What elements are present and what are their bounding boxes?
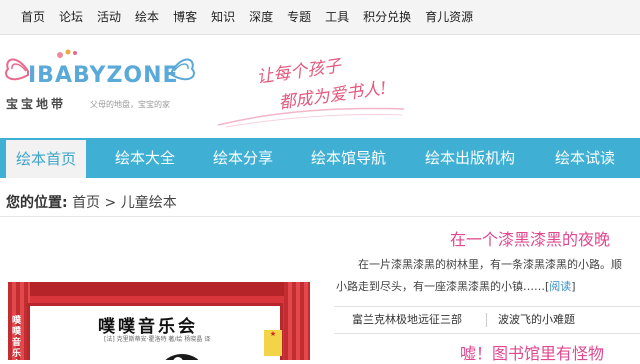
top-nav-resources[interactable]: 育儿资源: [418, 0, 480, 34]
read-more-bracket: ]: [571, 280, 576, 293]
related-link-bobo[interactable]: 波波飞的小难题: [498, 307, 575, 333]
main-nav-share[interactable]: 绘本分享: [213, 138, 273, 178]
related-links: 富兰克林极地远征三部 波波飞的小难题: [334, 306, 640, 334]
top-nav-topics[interactable]: 专题: [280, 0, 318, 34]
logo-wordmark: IBABYZONE: [28, 63, 179, 88]
top-nav-knowledge[interactable]: 知识: [204, 0, 242, 34]
top-nav-forum[interactable]: 论坛: [52, 0, 90, 34]
cover-curtain-right: [284, 282, 310, 360]
bird-illustration-icon: [165, 354, 199, 360]
article-excerpt: 在一片漆黑漆黑的树林里，有一条漆黑漆黑的小路。顺 小路走到尽头，有一座漆黑漆黑的…: [336, 254, 640, 298]
top-nav-points[interactable]: 积分兑换: [356, 0, 418, 34]
article-title[interactable]: 在一个漆黑漆黑的夜晚: [450, 226, 610, 250]
breadcrumb-label: 您的位置:: [6, 195, 68, 211]
main-nav-library-guide[interactable]: 绘本馆导航: [311, 138, 386, 178]
breadcrumb-separator: >: [104, 195, 117, 211]
breadcrumb-current[interactable]: 儿童绘本: [121, 195, 177, 211]
divider: [0, 216, 640, 217]
slogan-swoosh-icon: [217, 107, 405, 128]
top-nav-picture-books[interactable]: 绘本: [128, 0, 166, 34]
slogan: 让每个孩子 都成为爱书人!: [216, 49, 416, 129]
article-excerpt-text: 小路走到尽头，有一座漆黑漆黑的小镇……[: [336, 280, 550, 293]
cover-badge: ★: [264, 330, 282, 356]
top-nav-events[interactable]: 活动: [90, 0, 128, 34]
article-excerpt-line-2: 小路走到尽头，有一座漆黑漆黑的小镇……[阅读]: [336, 276, 640, 298]
main-nav: 绘本首页 绘本大全 绘本分享 绘本馆导航 绘本出版机构 绘本试读: [0, 138, 640, 178]
cover-top-band: [8, 282, 310, 296]
related-divider: [486, 313, 487, 327]
breadcrumb: 您的位置: 首页 > 儿童绘本: [6, 192, 177, 212]
bubbles-icon: [57, 49, 77, 58]
top-nav-blog[interactable]: 博客: [166, 0, 204, 34]
read-more-link[interactable]: 阅读: [549, 280, 571, 293]
breadcrumb-home[interactable]: 首页: [72, 195, 100, 211]
article-title-2[interactable]: 嘘！图书馆里有怪物: [460, 340, 604, 364]
logo-chinese-name: 宝宝地带: [6, 97, 67, 111]
article-excerpt-line-1: 在一片漆黑漆黑的树林里，有一条漆黑漆黑的小路。顺: [358, 258, 622, 271]
site-logo[interactable]: IBABYZONE 宝宝地带 父母的地盘，宝宝的家: [4, 49, 195, 131]
site-header: IBABYZONE 宝宝地带 父母的地盘，宝宝的家 让每个孩子 都成为爱书人!: [0, 35, 640, 137]
main-nav-publishers[interactable]: 绘本出版机构: [425, 138, 515, 178]
main-nav-trial-read[interactable]: 绘本试读: [555, 138, 615, 178]
related-link-franklin[interactable]: 富兰克林极地远征三部: [352, 307, 462, 333]
book-cover-image[interactable]: 噗噗音乐会 噗噗音乐会 [法] 克里斯蒂安·霍洛特 著/绘 杨晓晶 译 ★: [8, 282, 310, 360]
top-nav-tools[interactable]: 工具: [318, 0, 356, 34]
top-nav: 首页 论坛 活动 绘本 博客 知识 深度 专题 工具 积分兑换 育儿资源: [0, 0, 640, 35]
top-nav-home[interactable]: 首页: [14, 0, 52, 34]
logo-tagline: 父母的地盘，宝宝的家: [90, 100, 170, 109]
cover-spine-title: 噗噗音乐会: [12, 316, 22, 359]
main-nav-catalog[interactable]: 绘本大全: [115, 138, 175, 178]
main-nav-home[interactable]: 绘本首页: [6, 140, 87, 178]
top-nav-depth[interactable]: 深度: [242, 0, 280, 34]
